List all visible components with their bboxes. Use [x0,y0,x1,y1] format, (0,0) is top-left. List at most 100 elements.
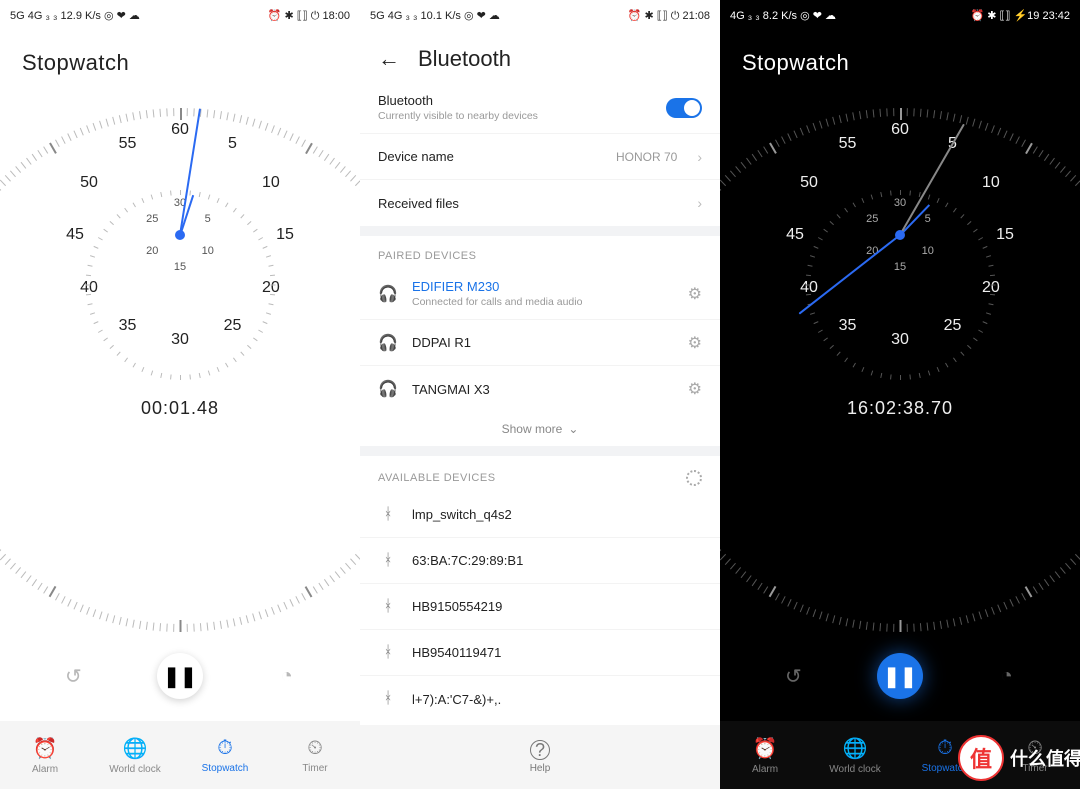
screen-bluetooth: 5G 4G ₃ ₃ 10.1 K/s ◎ ❤ ☁ ⏰ ✱ ⟦⟧ ⏻ 21:08 … [360,0,720,789]
chevron-right-icon: › [697,195,702,211]
headphones-icon: 🎧 [378,333,398,353]
nav-icon: ⏱ [937,737,953,760]
pause-icon: ❚❚ [163,664,197,689]
pause-button[interactable]: ❚❚ [157,653,203,699]
bottom-nav: ⏰ Alarm 🌐 World clock ⏱Stopwatch ⏲ Timer [0,721,360,789]
nav-label: Timer [302,763,327,774]
status-bar: 5G 4G ₃ ₃ 10.1 K/s ◎ ❤ ☁ ⏰ ✱ ⟦⟧ ⏻ 21:08 [360,0,720,32]
available-device-row[interactable]: ᚼ HB9150554219 [360,584,720,630]
bluetooth-icon: ᚼ [378,598,398,616]
page-title: Stopwatch [0,32,360,82]
help-label: Help [530,763,551,774]
pause-button[interactable]: ❚❚ [877,653,923,699]
nav-icon: ⏰ [753,736,778,761]
nav-icon: ⏱ [217,737,233,760]
nav-label: World clock [109,764,161,775]
available-header-row: AVAILABLE DEVICES [360,456,720,492]
nav-icon: ⏲ [307,737,323,760]
show-more-button[interactable]: Show more ⌄ [360,412,720,446]
nav-label: World clock [829,764,881,775]
elapsed-time: 00:01.48 [141,398,219,419]
paired-device-row[interactable]: 🎧EDIFIER M230Connected for calls and med… [360,268,720,320]
back-icon[interactable]: ← [378,46,400,72]
row-label: Bluetooth [378,93,652,108]
available-device-row[interactable]: ᚼ l+7):A:'C7-&)+,. [360,676,720,722]
nav-world-clock[interactable]: 🌐 World clock [90,721,180,789]
controls: ↺ ❚❚ ◔ [720,653,1080,699]
nav-label: Alarm [32,764,58,775]
show-more-label: Show more [502,422,563,436]
page-title: Stopwatch [720,32,1080,82]
device-name: TANGMAI X3 [412,382,674,397]
help-button[interactable]: ? Help [360,725,720,789]
help-icon: ? [530,740,550,760]
paired-header: PAIRED DEVICES [360,236,720,268]
page-title: Bluetooth [418,46,511,72]
bluetooth-icon: ᚼ [378,644,398,662]
row-sub: Currently visible to nearby devices [378,110,652,122]
watermark-text: 什么值得买 [1010,745,1080,771]
nav-alarm[interactable]: ⏰ Alarm [720,721,810,789]
stopwatch-dial: 6051015202530354045505530510152025 16:02… [720,100,1080,419]
controls: ↺ ❚❚ ◔ [0,653,360,699]
header: ← Bluetooth [360,32,720,82]
status-right: ⏰ ✱ ⟦⟧ ⏻ 21:08 [628,11,710,22]
device-name: DDPAI R1 [412,335,674,350]
device-name: lmp_switch_q4s2 [412,507,702,522]
device-name: l+7):A:'C7-&)+,. [412,692,702,707]
screen-stopwatch-light: 5G 4G ₃ ₃ 12.9 K/s ◎ ❤ ☁ ⏰ ✱ ⟦⟧ ⏻ 18:00 … [0,0,360,789]
gear-icon[interactable]: ⚙ [688,379,702,399]
scanning-spinner-icon [686,470,702,486]
nav-label: Alarm [752,764,778,775]
device-name-value: HONOR 70 [616,150,677,164]
status-right: ⏰ ✱ ⟦⟧ ⏻ 18:00 [268,11,350,22]
bluetooth-icon: ᚼ [378,552,398,570]
status-left: 5G 4G ₃ ₃ 10.1 K/s ◎ ❤ ☁ [370,11,500,22]
bluetooth-icon: ᚼ [378,506,398,524]
headphones-icon: 🎧 [378,379,398,399]
nav-alarm[interactable]: ⏰ Alarm [0,721,90,789]
stopwatch-dial: 6051015202530354045505530510152025 00:01… [0,100,360,419]
elapsed-time: 16:02:38.70 [847,398,953,419]
nav-icon: 🌐 [123,736,148,761]
nav-timer[interactable]: ⏲ Timer [270,721,360,789]
reset-button[interactable]: ↺ [770,653,816,699]
device-name: 63:BA:7C:29:89:B1 [412,553,702,568]
watermark: 值 什么值得买 [958,735,1080,781]
reset-icon: ↺ [65,664,82,689]
gear-icon[interactable]: ⚙ [688,333,702,353]
available-device-row[interactable]: ᚼ 63:BA:7C:29:89:B1 [360,538,720,584]
available-device-row[interactable]: ᚼ lmp_switch_q4s2 [360,492,720,538]
watermark-badge-icon: 值 [958,735,1004,781]
device-name: HB9150554219 [412,599,702,614]
row-label: Received files [378,196,683,211]
chevron-right-icon: › [697,149,702,165]
device-name-row[interactable]: Device name HONOR 70 › [360,134,720,180]
headphones-icon: 🎧 [378,284,398,304]
chevron-down-icon: ⌄ [568,422,578,436]
reset-icon: ↺ [785,664,802,689]
nav-icon: ⏰ [33,736,58,761]
nav-world-clock[interactable]: 🌐World clock [810,721,900,789]
status-bar: 5G 4G ₃ ₃ 12.9 K/s ◎ ❤ ☁ ⏰ ✱ ⟦⟧ ⏻ 18:00 [0,0,360,32]
row-label: Device name [378,149,602,164]
available-device-row[interactable]: ᚼHB9540119471 [360,630,720,676]
device-name: EDIFIER M230 [412,279,674,294]
lap-icon: ◔ [1001,665,1013,688]
lap-button[interactable]: ◔ [264,653,310,699]
gear-icon[interactable]: ⚙ [688,284,702,304]
reset-button[interactable]: ↺ [50,653,96,699]
bluetooth-toggle-row[interactable]: Bluetooth Currently visible to nearby de… [360,82,720,134]
nav-stopwatch[interactable]: ⏱Stopwatch [180,721,270,789]
paired-device-row[interactable]: 🎧 TANGMAI X3 ⚙ [360,366,720,412]
paired-device-row[interactable]: 🎧 DDPAI R1 ⚙ [360,320,720,366]
bluetooth-toggle[interactable] [666,98,702,118]
bluetooth-icon: ᚼ [378,690,398,708]
status-right: ⏰ ✱ ⟦⟧ ⚡19 23:42 [971,11,1071,22]
status-left: 4G ₃ ₃ 8.2 K/s ◎ ❤ ☁ [730,11,836,22]
status-bar: 4G ₃ ₃ 8.2 K/s ◎ ❤ ☁ ⏰ ✱ ⟦⟧ ⚡19 23:42 [720,0,1080,32]
lap-button[interactable]: ◔ [984,653,1030,699]
available-header: AVAILABLE DEVICES [378,472,496,484]
status-left: 5G 4G ₃ ₃ 12.9 K/s ◎ ❤ ☁ [10,11,140,22]
received-files-row[interactable]: Received files › [360,180,720,226]
